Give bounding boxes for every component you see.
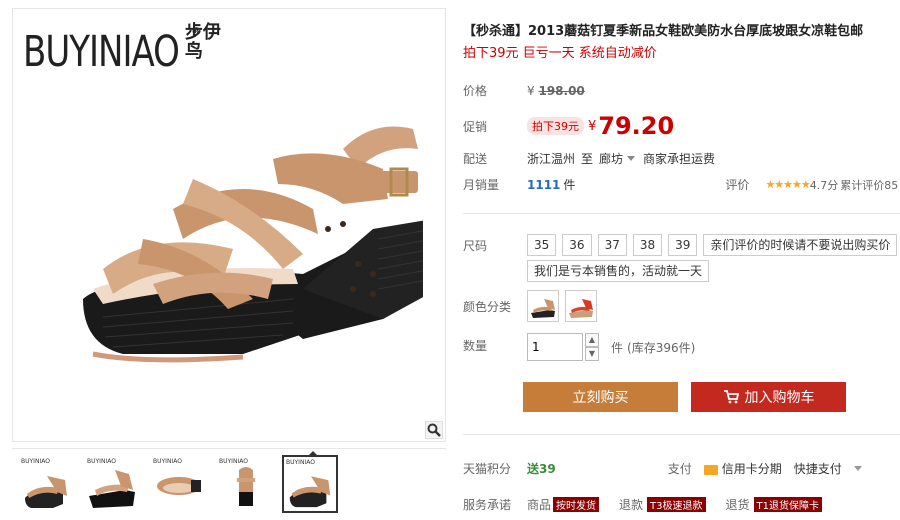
review-label: 评价 [725, 178, 750, 192]
thumbnail-strip: BUYINIAO BUYINIAO BUYINIAO BUYINIAO BUYI… [12, 448, 446, 520]
original-price-label: 价格 [463, 84, 488, 98]
color-row: 颜色分类 [463, 290, 900, 322]
shipping-fee: 商家承担运费 [643, 152, 716, 166]
product-title: 【秒杀通】2013蘑菇钉夏季新品女鞋欧美防水台厚底坡跟女凉鞋包邮 [463, 24, 864, 39]
thumbnail-5-selected[interactable]: BUYINIAO [282, 451, 338, 513]
chevron-down-icon[interactable] [853, 466, 862, 471]
size-option-37[interactable]: 37 [597, 234, 627, 256]
stock-count: (库存396件) [627, 340, 696, 355]
sales-unit: 件 [563, 178, 576, 192]
ship-from: 浙江温州 [527, 152, 576, 166]
rating-stars-icon: ★★★★★ [765, 178, 810, 191]
ship-to-word: 至 [581, 152, 594, 166]
quantity-input[interactable] [527, 333, 583, 361]
sales-row: 月销量 1111 件 评价 ★★★★★ 4.7分 累计评价85 [463, 176, 900, 193]
brand-name-en: BUYINIAO [23, 27, 180, 77]
service-item-refund: 退款 [619, 498, 644, 512]
main-product-image[interactable]: BUYINIAO 步伊鸟 ® [12, 8, 446, 442]
zoom-icon[interactable] [425, 421, 443, 439]
size-row: 尺码 35 36 37 38 39 亲们评价的时候请不要说出购买价 [463, 234, 900, 256]
points-row: 天猫积分 送39 支付 信用卡分期 快捷支付 [463, 460, 900, 477]
divider [463, 213, 900, 214]
tmall-points-value: 送39 [527, 462, 556, 476]
original-price-value: 198.00 [538, 83, 585, 98]
thumbnail-3[interactable]: BUYINIAO [150, 455, 206, 513]
thumbnail-2[interactable]: BUYINIAO [84, 455, 140, 513]
size-note-row: 我们是亏本销售的，活动就一天 [527, 260, 900, 282]
service-tag-ontime[interactable]: 按时发货 [553, 497, 600, 512]
shipping-label: 配送 [463, 152, 488, 166]
cart-icon [723, 382, 739, 412]
size-option-38[interactable]: 38 [632, 234, 663, 256]
promo-price-value: 79.20 [598, 112, 675, 140]
size-option-35[interactable]: 35 [527, 234, 557, 256]
original-price-row: 价格 ¥ 198.00 [463, 82, 900, 99]
quantity-increase-button[interactable]: ▲ [585, 333, 599, 347]
service-tag-refund[interactable]: T3极速退款 [647, 497, 706, 512]
quantity-unit: 件 [611, 340, 624, 355]
credit-installment-label: 信用卡分期 [721, 462, 782, 476]
quantity-row: 数量 ▲ ▼ 件 (库存396件) [463, 333, 900, 361]
divider [463, 434, 900, 435]
size-option-39[interactable]: 39 [668, 234, 698, 256]
buy-now-button[interactable]: 立刻购买 [523, 382, 678, 412]
shipping-row: 配送 浙江温州 至 廊坊 商家承担运费 [463, 150, 900, 167]
add-to-cart-label: 加入购物车 [744, 389, 815, 405]
rating-score: 4.7分 [809, 178, 839, 192]
size-note-2[interactable]: 我们是亏本销售的，活动就一天 [527, 260, 710, 282]
promo-price-label: 促销 [463, 119, 488, 134]
monthly-sales-count: 1111 [527, 177, 561, 192]
color-option-red[interactable] [565, 290, 597, 322]
chevron-down-icon[interactable] [627, 156, 636, 161]
product-info: 【秒杀通】2013蘑菇钉夏季新品女鞋欧美防水台厚底坡跟女凉鞋包邮 拍下39元 巨… [463, 8, 900, 520]
thumb-brand: BUYINIAO [21, 458, 50, 465]
service-tag-return[interactable]: T1退货保障卡 [753, 497, 823, 512]
credit-installment[interactable]: 信用卡分期 [703, 460, 782, 477]
service-item-goods: 商品 [527, 498, 552, 512]
promo-subtitle: 拍下39元 巨亏一天 系统自动减价 [463, 46, 657, 61]
size-note-1[interactable]: 亲们评价的时候请不要说出购买价 [703, 234, 898, 256]
original-yen: ¥ [527, 83, 535, 98]
promo-price-row: 促销 拍下39元 ¥ 79.20 [463, 112, 900, 140]
service-label: 服务承诺 [463, 498, 512, 512]
size-option-36[interactable]: 36 [562, 234, 592, 256]
promo-yen: ¥ [588, 118, 597, 134]
size-label: 尺码 [463, 238, 488, 253]
monthly-sales-label: 月销量 [463, 178, 500, 192]
thumb-brand: BUYINIAO [87, 458, 116, 465]
quick-pay[interactable]: 快捷支付 [794, 460, 842, 477]
quantity-label: 数量 [463, 339, 488, 353]
thumb-brand: BUYINIAO [153, 458, 182, 465]
selected-arrow [308, 451, 318, 456]
quantity-stepper: ▲ ▼ [585, 333, 599, 361]
payment-label: 支付 [667, 462, 692, 476]
brand-logo: BUYINIAO 步伊鸟 ® [23, 23, 223, 77]
product-gallery: BUYINIAO 步伊鸟 ® BUYINIAO BUYINIAO BUYINIA… [12, 8, 446, 520]
ship-destination[interactable]: 廊坊 [599, 150, 623, 167]
registered-mark: ® [191, 25, 202, 38]
original-price: ¥ 198.00 [527, 84, 585, 98]
quantity-decrease-button[interactable]: ▼ [585, 347, 599, 361]
tmall-points-label: 天猫积分 [463, 462, 512, 476]
color-label: 颜色分类 [463, 299, 512, 314]
sandal-image [83, 126, 423, 363]
review-total-link[interactable]: 累计评价85 [840, 177, 898, 193]
add-to-cart-button[interactable]: 加入购物车 [691, 382, 846, 412]
service-row: 服务承诺 商品 按时发货 退款 T3极速退款 退货 T1退货保障卡 [463, 496, 900, 513]
thumb-brand: BUYINIAO [219, 458, 248, 465]
thumbnail-1[interactable]: BUYINIAO [18, 455, 74, 513]
color-option-beige[interactable] [527, 290, 559, 322]
thumb-brand: BUYINIAO [286, 459, 315, 466]
thumbnail-4[interactable]: BUYINIAO [216, 455, 272, 513]
promo-badge: 拍下39元 [527, 117, 584, 135]
credit-card-icon [703, 464, 718, 475]
service-item-return: 退货 [725, 498, 750, 512]
